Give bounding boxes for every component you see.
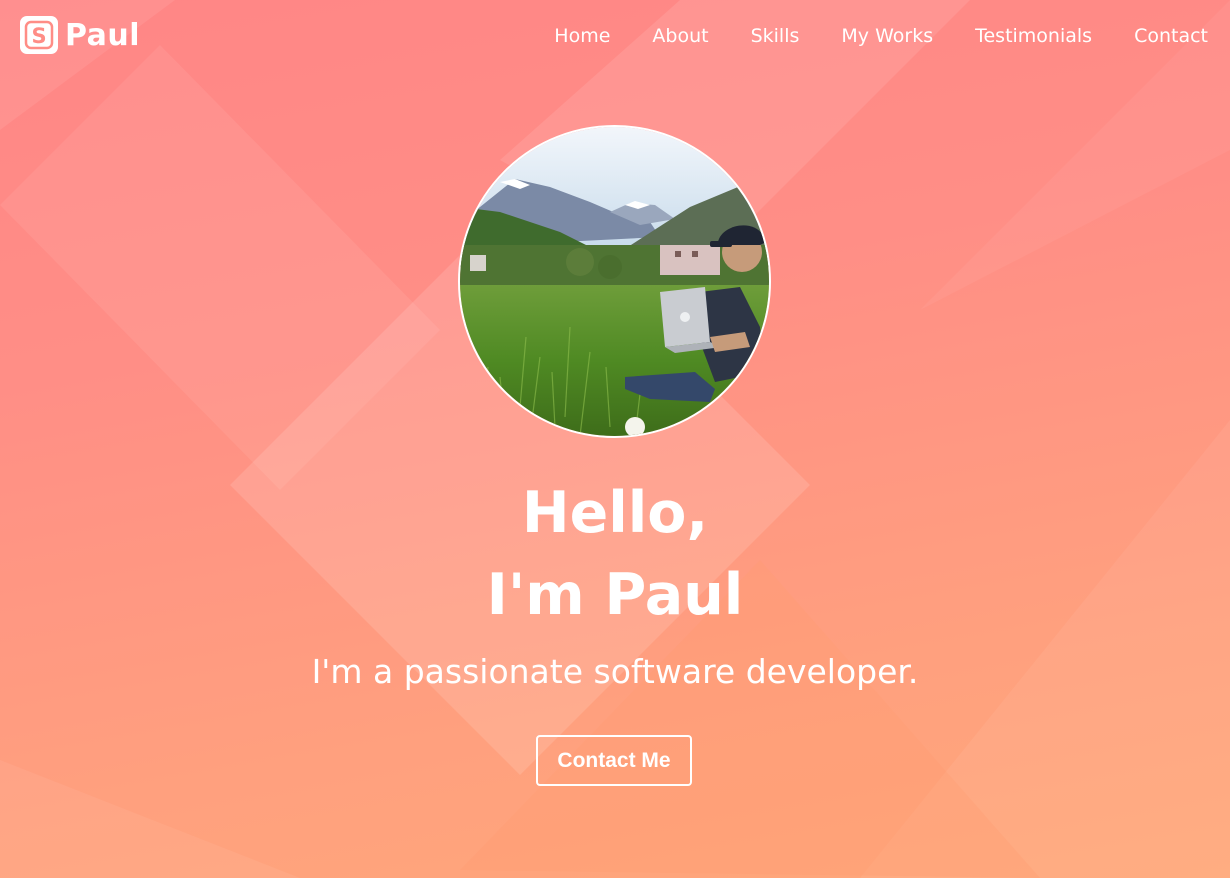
greeting-line-1: Hello, [521, 480, 709, 546]
hero-greeting: Hello, I'm Paul [0, 472, 1230, 636]
nav-menu: Home About Skills My Works Testimonials … [512, 22, 1208, 50]
nav-link-contact[interactable]: Contact [1134, 22, 1208, 50]
nav-link-skills[interactable]: Skills [751, 22, 800, 50]
brand-name: Paul [65, 17, 141, 53]
s-logo-icon: S [20, 16, 58, 54]
nav-link-home[interactable]: Home [554, 22, 610, 50]
greeting-line-2: I'm Paul [486, 562, 744, 628]
navbar: S Paul Home About Skills My Works Testim… [0, 0, 1230, 72]
profile-photo [458, 125, 771, 438]
contact-me-button[interactable]: Contact Me [536, 735, 692, 786]
hero-tagline: I'm a passionate software developer. [311, 652, 919, 691]
svg-text:S: S [31, 24, 46, 48]
nav-link-testimonials[interactable]: Testimonials [975, 22, 1092, 50]
nav-link-about[interactable]: About [652, 22, 708, 50]
hero-section: Hello, I'm Paul I'm a passionate softwar… [0, 0, 1230, 878]
brand-link[interactable]: S Paul [20, 16, 140, 54]
nav-link-my-works[interactable]: My Works [841, 22, 933, 50]
